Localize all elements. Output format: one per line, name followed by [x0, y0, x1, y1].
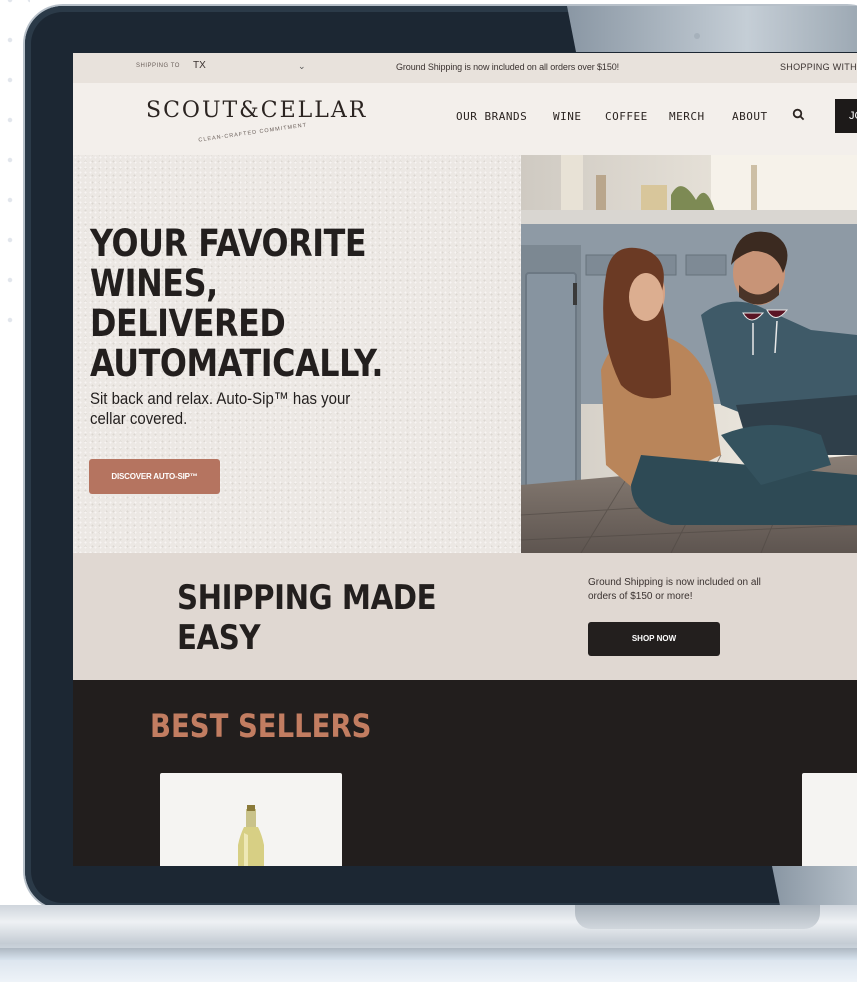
screen-glare-bottom [772, 866, 857, 906]
hero-text-panel: YOUR FAVORITE WINES, DELIVERED AUTOMATIC… [73, 155, 521, 553]
discover-auto-sip-button[interactable]: DISCOVER AUTO-SIP™ [89, 459, 220, 494]
logo[interactable]: SCOUT&CELLAR CLEAN-CRAFTED COMMITMENT [146, 98, 368, 146]
shopping-with-link[interactable]: SHOPPING WITH A [780, 62, 857, 72]
search-icon[interactable] [792, 108, 806, 122]
shipping-to-label: SHIPPING TO [136, 63, 180, 69]
promo-text: Ground Shipping is now included on all o… [396, 62, 620, 72]
shipping-state-select[interactable]: TX [193, 60, 206, 71]
announcement-bar: SHIPPING TO TX ⌄ Ground Shipping is now … [73, 53, 857, 83]
best-sellers-title: BEST SELLERS [150, 707, 372, 745]
laptop-notch [575, 905, 820, 929]
join-button[interactable]: JO [835, 99, 857, 133]
site-header: SCOUT&CELLAR CLEAN-CRAFTED COMMITMENT OU… [73, 83, 857, 155]
screen-glare [567, 6, 857, 52]
shipping-banner: SHIPPING MADE EASY Ground Shipping is no… [73, 553, 857, 680]
shop-now-button[interactable]: SHOP NOW [588, 622, 720, 656]
hero-title: YOUR FAVORITE WINES, DELIVERED AUTOMATIC… [90, 222, 384, 385]
chevron-down-icon[interactable]: ⌄ [298, 61, 306, 72]
shipping-text: Ground Shipping is now included on all o… [588, 577, 761, 602]
logo-tagline: CLEAN-CRAFTED COMMITMENT [198, 122, 308, 144]
nav-coffee[interactable]: COFFEE [605, 110, 648, 123]
product-card[interactable] [160, 773, 342, 866]
best-sellers-section: BEST SELLERS [73, 680, 857, 866]
wine-bottle-image [238, 805, 264, 866]
camera-icon [694, 33, 700, 39]
nav-about[interactable]: ABOUT [732, 110, 768, 123]
hero-photo [521, 155, 857, 553]
browser-screen: SHIPPING TO TX ⌄ Ground Shipping is now … [73, 53, 857, 866]
nav-merch[interactable]: MERCH [669, 110, 705, 123]
logo-text: SCOUT&CELLAR [146, 98, 368, 123]
nav-wine[interactable]: WINE [553, 110, 582, 123]
nav-our-brands[interactable]: OUR BRANDS [456, 110, 527, 123]
shipping-title: SHIPPING MADE EASY [177, 578, 437, 658]
laptop-base-edge [0, 948, 857, 960]
hero-subtitle: Sit back and relax. Auto-Sip™ has your c… [90, 389, 351, 428]
product-card[interactable] [802, 773, 857, 866]
hero-section: YOUR FAVORITE WINES, DELIVERED AUTOMATIC… [73, 155, 857, 553]
